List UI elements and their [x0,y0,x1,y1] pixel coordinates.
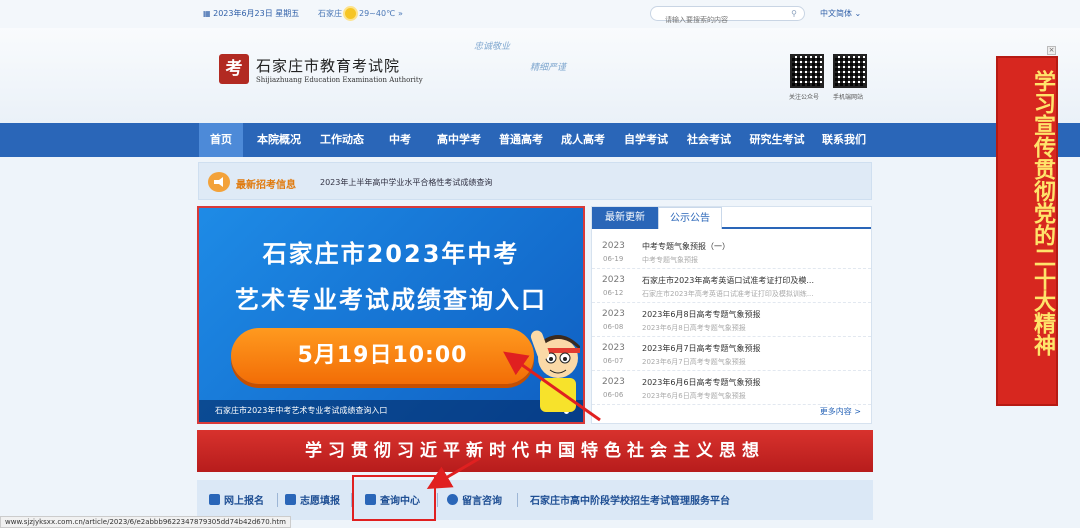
message-label: 留言咨询 [462,496,502,507]
mascot-illustration [530,330,580,412]
news-title[interactable]: 2023年6月7日高考专题气象预报 [642,343,864,354]
nav-adult-exam[interactable]: 成人高考 [554,123,612,157]
city-label: 石家庄 [318,9,342,18]
news-date: 06-12 [603,289,624,297]
news-title[interactable]: 2023年6月8日高考专题气象预报 [642,309,864,320]
site-header: 考 石家庄市教育考试院 Shijiazhuang Education Exami… [0,28,1080,123]
news-title[interactable]: 石家庄市2023年高考英语口试准考证打印及模... [642,275,864,286]
weather-widget[interactable]: 石家庄 29~40℃ » [318,8,403,19]
nav-zhongkao[interactable]: 中考 [380,123,420,157]
nav-social-exam[interactable]: 社会考试 [680,123,738,157]
slogan-rigor: 精细严谨 [530,63,567,73]
slogan-loyalty: 忠诚敬业 [474,42,511,52]
mobile-qr-icon [833,54,867,88]
nav-graduate[interactable]: 研究生考试 [744,123,810,157]
nav-about[interactable]: 本院概况 [250,123,308,157]
nav-xuekao[interactable]: 高中学考 [430,123,488,157]
side-banner[interactable]: 学习宣传贯彻党的二十大精神 [996,56,1058,406]
date-text: ▦ 2023年6月23日 星期五 [203,9,300,18]
more-link[interactable]: 更多内容 > [820,406,861,417]
form-icon [209,494,220,505]
news-year: 2023 [602,377,625,387]
weather-more-icon[interactable]: » [398,9,403,18]
annotation-highlight-box [352,475,436,521]
message-button[interactable]: 留言咨询 [447,492,502,507]
temperature: 29~40℃ [359,9,396,18]
divider [517,493,518,507]
nav-home[interactable]: 首页 [199,123,243,157]
featured-poster[interactable]: 石家庄市2023年中考 艺术专业考试成绩查询入口 5月19日10:00 石家庄市… [197,206,585,424]
poster-title-line2: 艺术专业考试成绩查询入口 [235,286,547,314]
site-name[interactable]: 石家庄市教育考试院 [256,55,400,76]
language-selector[interactable]: 中文简体 ⌄ [820,8,861,19]
news-year: 2023 [602,343,625,353]
news-row[interactable]: 2023 06-12 石家庄市2023年高考英语口试准考证打印及模... 石家庄… [592,269,871,303]
site-name-english: Shijiazhuang Education Examination Autho… [256,76,423,84]
news-date: 06-06 [603,391,624,399]
nav-contact[interactable]: 联系我们 [815,123,873,157]
ticker-label: 最新招考信息 [236,180,296,191]
tab-notices[interactable]: 公示公告 [658,207,722,229]
volunteer-fill-button[interactable]: 志愿填报 [285,492,340,507]
poster-title-line1: 石家庄市2023年中考 [262,240,520,268]
edit-icon [285,494,296,505]
news-summary: 2023年6月7日高考专题气象预报 [642,358,746,366]
nav-gaokao[interactable]: 普通高考 [492,123,550,157]
news-year: 2023 [602,275,625,285]
logo-seal-icon[interactable]: 考 [219,54,249,84]
qr-label-wechat: 关注公众号 [789,94,820,101]
search-box[interactable]: ⚲ [650,6,805,24]
nav-self-study[interactable]: 自学考试 [617,123,675,157]
news-title[interactable]: 中考专题气象预报（一） [642,241,864,252]
news-summary: 中考专题气象预报 [642,256,698,264]
service-bar: 网上报名 志愿填报 查询中心 留言咨询 石家庄市高中阶段学校招生考试管理服务平台 [197,480,873,520]
news-tabs: 最新更新 公示公告 [592,207,871,229]
poster-date-pill: 5月19日10:00 [231,328,534,384]
divider [437,493,438,507]
news-summary: 2023年6月6日高考专题气象预报 [642,392,746,400]
news-ticker: 最新招考信息 2023年上半年高中学业水平合格性考试成绩查询 [198,162,872,200]
news-date: 06-19 [603,255,624,263]
nav-news[interactable]: 工作动态 [313,123,371,157]
platform-link[interactable]: 石家庄市高中阶段学校招生考试管理服务平台 [530,492,730,507]
ticker-link[interactable]: 2023年上半年高中学业水平合格性考试成绩查询 [320,177,492,188]
news-date: 06-07 [603,357,624,365]
news-panel: 最新更新 公示公告 2023 06-19 中考专题气象预报（一） 中考专题气象预… [591,206,872,424]
browser-status-url: www.sjzjyksxx.com.cn/article/2023/6/e2ab… [0,516,291,528]
divider [277,493,278,507]
news-row[interactable]: 2023 06-07 2023年6月7日高考专题气象预报 2023年6月7日高考… [592,337,871,371]
sun-icon [345,8,356,19]
poster-caption[interactable]: 石家庄市2023年中考艺术专业考试成绩查询入口 [199,400,583,422]
online-apply-label: 网上报名 [224,496,264,507]
tab-latest[interactable]: 最新更新 [592,207,658,229]
top-bar: ▦ 2023年6月23日 星期五 石家庄 29~40℃ » ⚲ 中文简体 ⌄ [0,0,1080,28]
volunteer-label: 志愿填报 [300,496,340,507]
search-input[interactable] [651,15,781,24]
news-row[interactable]: 2023 06-06 2023年6月6日高考专题气象预报 2023年6月6日高考… [592,371,871,405]
chat-icon [447,494,458,505]
news-year: 2023 [602,241,625,251]
news-row[interactable]: 2023 06-08 2023年6月8日高考专题气象预报 2023年6月8日高考… [592,303,871,337]
qr-label-mobile: 手机端网站 [833,94,864,101]
side-banner-text: 学习宣传贯彻党的二十大精神 [1030,70,1055,356]
online-apply-button[interactable]: 网上报名 [209,492,264,507]
megaphone-icon [208,172,230,192]
chevron-down-icon: ⌄ [854,9,862,18]
news-date: 06-08 [603,323,624,331]
language-label: 中文简体 [820,9,852,18]
slogan-banner[interactable]: 学习贯彻习近平新时代中国特色社会主义思想 [197,430,873,472]
main-nav: 首页 本院概况 工作动态 中考 高中学考 普通高考 成人高考 自学考试 社会考试… [0,123,1080,157]
close-icon[interactable]: × [1047,46,1056,55]
wechat-qr-icon [790,54,824,88]
news-summary: 石家庄市2023年高考英语口试准考证打印及模拟训练... [642,290,814,298]
news-year: 2023 [602,309,625,319]
search-icon[interactable]: ⚲ [791,9,797,18]
news-summary: 2023年6月8日高考专题气象预报 [642,324,746,332]
news-row[interactable]: 2023 06-19 中考专题气象预报（一） 中考专题气象预报 [592,235,871,269]
news-title[interactable]: 2023年6月6日高考专题气象预报 [642,377,864,388]
platform-label: 石家庄市高中阶段学校招生考试管理服务平台 [530,496,730,507]
